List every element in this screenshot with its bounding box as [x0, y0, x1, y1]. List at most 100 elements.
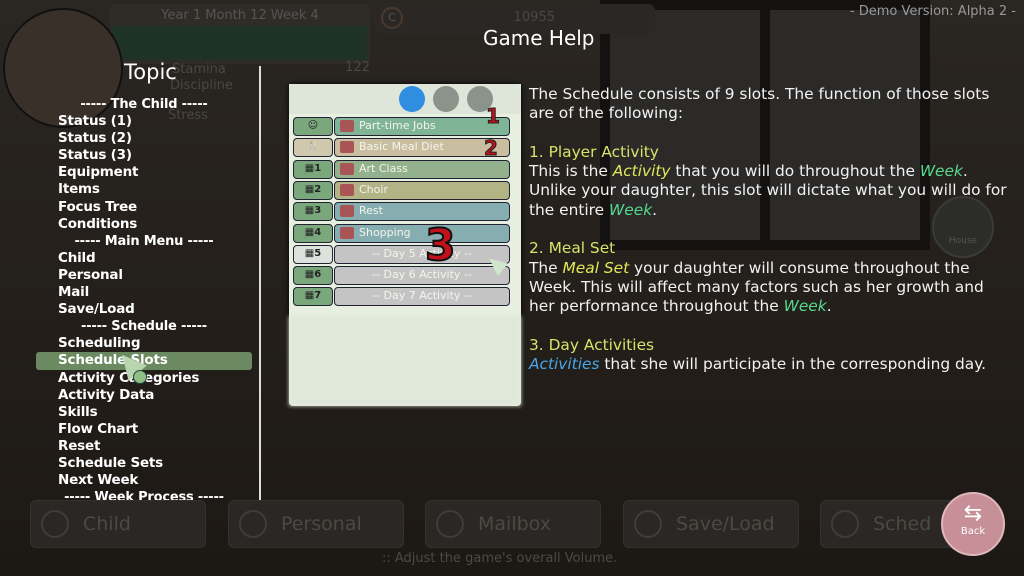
topic-item[interactable]: Status (3) [36, 147, 252, 164]
keyword: Week [919, 162, 963, 181]
divider [259, 66, 261, 522]
topic-item[interactable]: Equipment [36, 164, 252, 181]
topic-item[interactable]: Scheduling [36, 335, 252, 352]
slot-key-icon: ☺ [293, 117, 333, 136]
topic-section-header: ----- The Child ----- [80, 97, 208, 112]
slot-key-icon: ▦3 [293, 202, 333, 222]
text: . [652, 200, 658, 219]
keyword: Meal Set [562, 258, 630, 277]
child-icon [41, 510, 69, 538]
section-1-title: 1. Player Activity [529, 142, 659, 161]
section-1: 1. Player Activity This is the Activity t… [529, 143, 1009, 220]
activity-icon [340, 226, 354, 239]
label: Child [83, 513, 131, 535]
coin-icon: C [381, 7, 403, 29]
slot-label: Art Class [334, 159, 510, 179]
schedule-slot: ▦7 -- Day 7 Activity -- [293, 287, 510, 307]
topic-item[interactable]: Reset [36, 438, 252, 455]
slot-key-icon: 🍴 [293, 138, 333, 158]
slot-key-icon: ▦2 [293, 180, 333, 200]
slot-key-icon: ▦5 [293, 244, 333, 264]
nav-child-button: Child [30, 500, 206, 548]
keyword: Activities [529, 355, 600, 374]
topic-item[interactable]: Personal [36, 267, 252, 284]
topic-item[interactable]: Flow Chart [36, 421, 252, 438]
slot-text: Basic Meal Diet [359, 140, 444, 154]
keyword: Week [609, 200, 653, 219]
help-text: The Schedule consists of 9 slots. The fu… [529, 85, 1009, 394]
nav-mailbox-button: Mailbox [425, 500, 601, 548]
section-3-title: 3. Day Activities [529, 335, 655, 354]
section-2-title: 2. Meal Set [529, 239, 616, 258]
slot-label: Part-time Jobs [334, 117, 510, 136]
slot-label: Rest [334, 202, 510, 222]
text: This is the [529, 162, 613, 181]
topic-item[interactable]: Schedule Sets [36, 455, 252, 472]
topic-item[interactable]: Focus Tree [36, 199, 252, 216]
cursor-dot-icon [133, 370, 147, 384]
slot-text: Art Class [359, 161, 408, 175]
schedule-slot: ▦5 -- Day 5 Activity -- [293, 244, 510, 264]
topic-item[interactable]: Conditions [36, 216, 252, 233]
nav-personal-button: Personal [228, 500, 404, 548]
stat-label: Discipline [170, 78, 233, 93]
activity-icon [340, 205, 354, 218]
text: that she will participate in the corresp… [599, 355, 987, 374]
slot-label: -- Day 5 Activity -- [334, 244, 510, 264]
label: Sched [873, 513, 932, 535]
marker-3: 3 [424, 219, 457, 272]
mailbox-icon [436, 510, 464, 538]
topic-list: ----- The Child ----- Status (1) Status (2… [36, 96, 252, 506]
date-text: Year 1 Month 12 Week 4 [161, 8, 319, 23]
slot-text: Rest [359, 204, 383, 218]
text: The [529, 258, 563, 277]
week-bar [112, 26, 367, 60]
label: Save/Load [676, 513, 775, 535]
page-title: Game Help [483, 26, 595, 50]
topic-item[interactable]: Save/Load [36, 301, 252, 318]
personal-icon [239, 510, 267, 538]
slot-key-icon: ▦4 [293, 223, 333, 243]
topic-item[interactable]: Status (2) [36, 130, 252, 147]
back-button[interactable]: ⇆ Back [941, 492, 1005, 556]
keyword: Activity [612, 162, 671, 181]
topic-section-header: ----- Main Menu ----- [74, 233, 214, 249]
help-intro: The Schedule consists of 9 slots. The fu… [529, 85, 990, 123]
help-illustration: ☺ Part-time Jobs 🍴 Basic Meal Diet ▦1 Art Cla… [289, 84, 521, 406]
slot-label: -- Day 6 Activity -- [334, 266, 510, 286]
topic-section-header: ----- Schedule ----- [81, 319, 207, 335]
back-label: Back [960, 526, 986, 537]
topic-item[interactable]: Child [36, 250, 252, 267]
topic-item[interactable]: Mail [36, 284, 252, 301]
topic-item[interactable]: Activity Data [36, 387, 252, 404]
slot-key-icon: ▦7 [293, 287, 333, 307]
back-arrow-icon: ⇆ [963, 501, 983, 526]
slot-text: Part-time Jobs [359, 119, 436, 132]
schedule-slot: ▦3 Rest [293, 202, 510, 222]
stat-label: Stamina [172, 62, 226, 77]
topic-item[interactable]: Status (1) [36, 113, 252, 130]
schedule-slot: ▦2 Choir [293, 180, 510, 200]
schedule-slot: 🍴 Basic Meal Diet [293, 138, 510, 158]
topic-item[interactable]: Skills [36, 404, 252, 421]
keyword: Week [783, 297, 827, 316]
slot-text: -- Day 6 Activity -- [372, 268, 472, 282]
topic-item[interactable]: Items [36, 181, 252, 198]
slot-label: -- Day 7 Activity -- [334, 287, 510, 307]
slot-text: -- Day 7 Activity -- [372, 289, 472, 303]
nav-saveload-button: Save/Load [623, 500, 799, 548]
marker-1: 1 [486, 104, 501, 129]
slot-key-icon: ▦6 [293, 266, 333, 286]
save-icon [634, 510, 662, 538]
section-2: 2. Meal Set The Meal Set your daughter wi… [529, 239, 1009, 316]
hint-text: :: Adjust the game's overall Volume. [382, 551, 618, 566]
schedule-slot: ☺ Part-time Jobs [293, 117, 510, 136]
activity-icon [340, 162, 354, 175]
topic-item[interactable]: Next Week [36, 472, 252, 489]
label: Mailbox [478, 513, 551, 535]
illustration-footer [289, 316, 521, 406]
section-3: 3. Day Activities Activities that she wil… [529, 336, 1009, 375]
money-value: 10955 [513, 10, 555, 25]
text: that you will do throughout the [670, 162, 920, 181]
version-label: - Demo Version: Alpha 2 - [849, 4, 1016, 19]
